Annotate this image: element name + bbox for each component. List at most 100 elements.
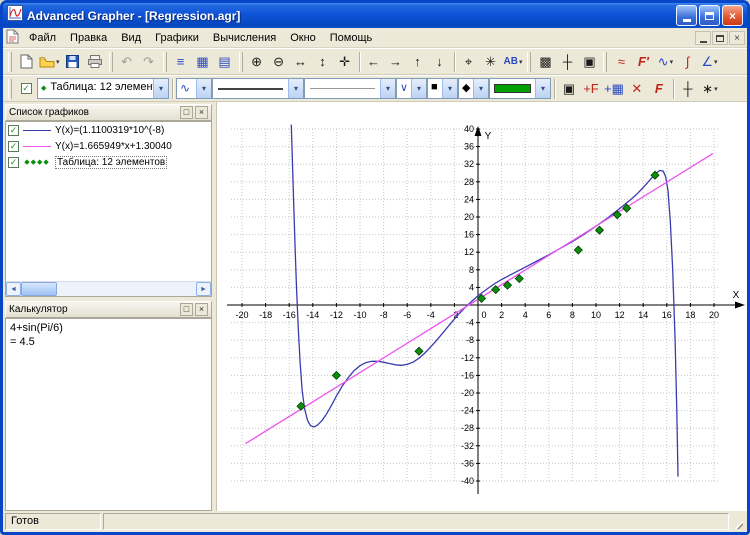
toolbar-grip[interactable]	[527, 51, 532, 72]
graph-list-header[interactable]: Список графиков □ ×	[5, 104, 212, 121]
panel-dock-button[interactable]: □	[180, 106, 193, 119]
visibility-checkbox[interactable]: ✓	[8, 156, 19, 168]
child-close-icon: ×	[734, 32, 740, 44]
zoom-x-button[interactable]: ↔	[290, 51, 312, 73]
point-marker-combo[interactable]: ◆ ▾	[458, 78, 489, 99]
calculator-header[interactable]: Калькулятор □ ×	[5, 301, 212, 318]
combo-dropdown-button[interactable]: ▾	[153, 79, 168, 98]
menu-view[interactable]: Вид	[114, 30, 148, 46]
graph-list-item[interactable]: ✓ Y(x)=(1.1100319*10^(-8)	[6, 122, 211, 138]
add-graph-button[interactable]: +F	[580, 78, 602, 100]
child-restore-button[interactable]	[712, 31, 728, 45]
add-table-icon: +▦	[604, 80, 624, 96]
visibility-checkbox[interactable]: ✓	[8, 140, 19, 152]
toolbar-grip[interactable]	[8, 51, 12, 72]
add-table-button[interactable]: +▦	[602, 78, 626, 100]
toolbar-grip[interactable]	[238, 51, 243, 72]
combo-dropdown-button[interactable]: ▾	[196, 79, 211, 98]
menu-file[interactable]: Файл	[22, 30, 63, 46]
panel-close-button[interactable]: ×	[195, 303, 208, 316]
integral-button[interactable]: ∫	[676, 51, 698, 73]
zoom-out-button[interactable]: ⊖	[268, 51, 290, 73]
child-close-button[interactable]: ×	[729, 31, 745, 45]
center-origin-button[interactable]: ⌖	[458, 51, 480, 73]
angle-button[interactable]: ∠ ▾	[698, 51, 720, 73]
graph-list-item[interactable]: ✓ Y(x)=1.665949*x+1.30040	[6, 138, 211, 154]
menu-calculations[interactable]: Вычисления	[206, 30, 283, 46]
child-minimize-button[interactable]	[695, 31, 711, 45]
labels-button[interactable]: AB ▾	[502, 51, 525, 73]
axes-toggle-button[interactable]: ┼	[556, 51, 578, 73]
hatch-style-combo[interactable]: ∨ ▾	[396, 78, 427, 99]
title-bar[interactable]: Advanced Grapher - [Regression.agr] ×	[3, 3, 747, 28]
plot-area[interactable]: X Y -20 -18 -16 -14 -12 -10 -8 -6 -4 -2 0 2 4 6 8 10 12 14 1…	[217, 102, 747, 511]
grid-toggle-button[interactable]: ▩	[534, 51, 556, 73]
curve-type-combo[interactable]: ∿ ▾	[176, 78, 212, 99]
selected-object-combo[interactable]: ◆ Таблица: 12 элементов ▾	[37, 78, 169, 99]
calculator-toggle-button[interactable]: ▤	[214, 51, 236, 73]
scrollbar-left-button[interactable]: ◄	[6, 282, 21, 296]
save-button[interactable]	[62, 51, 84, 73]
visible-checkbox-button[interactable]: ✓	[15, 78, 37, 100]
combo-dropdown-button[interactable]: ▾	[288, 79, 303, 98]
scrollbar-track[interactable]	[57, 282, 196, 296]
toolbar-style: ✓ ◆ Таблица: 12 элементов ▾ ∿ ▾ ▾ ▾ ∨ ▾ …	[3, 75, 747, 102]
new-button[interactable]	[15, 51, 37, 73]
graph-properties-button[interactable]: ▣	[578, 51, 600, 73]
zoom-y-button[interactable]: ↕	[312, 51, 334, 73]
undo-button[interactable]: ↶	[116, 51, 138, 73]
graph-list-item[interactable]: ✓ ◆◆◆◆ Таблица: 12 элементов	[6, 154, 211, 170]
panel-dock-button[interactable]: □	[180, 303, 193, 316]
calculator-output[interactable]: 4+sin(Pi/6) = 4.5	[5, 318, 212, 511]
combo-dropdown-button[interactable]: ▾	[380, 79, 395, 98]
axes-dialog-button[interactable]: ┼	[677, 78, 699, 100]
combo-dropdown-button[interactable]: ▾	[442, 79, 457, 98]
tangent-button[interactable]: ∿ ▾	[654, 51, 676, 73]
line-width-sample	[310, 88, 375, 89]
combo-dropdown-button[interactable]: ▾	[473, 79, 488, 98]
derivative-button[interactable]: F′	[632, 51, 654, 73]
zoom-all-button[interactable]: ✳	[480, 51, 502, 73]
menu-edit[interactable]: Правка	[63, 30, 114, 46]
visibility-checkbox[interactable]: ✓	[8, 124, 19, 136]
options-button[interactable]: ∗ ▾	[699, 78, 721, 100]
zoom-in-button[interactable]: ⊕	[246, 51, 268, 73]
graph-list-toggle-button[interactable]: ≡	[170, 51, 192, 73]
menu-help[interactable]: Помощь	[323, 30, 380, 46]
scroll-right-button[interactable]: →	[385, 51, 407, 73]
regression-button[interactable]: ≈	[610, 51, 632, 73]
maximize-button[interactable]	[699, 5, 720, 26]
toolbar-grip[interactable]	[603, 51, 608, 72]
edit-graph-button[interactable]: F	[648, 78, 670, 100]
table-toggle-button[interactable]: ▦	[192, 51, 214, 73]
resize-grip[interactable]	[731, 513, 744, 530]
scroll-left-button[interactable]: ←	[363, 51, 385, 73]
combo-dropdown-button[interactable]: ▾	[411, 79, 426, 98]
combo-dropdown-button[interactable]: ▾	[535, 79, 550, 98]
close-button[interactable]: ×	[722, 5, 743, 26]
move-tool-button[interactable]: ✛	[334, 51, 356, 73]
scrollbar-right-button[interactable]: ►	[196, 282, 211, 296]
toolbar-grip[interactable]	[108, 51, 113, 72]
scroll-down-button[interactable]: ↓	[429, 51, 451, 73]
toolbar-grip[interactable]	[162, 51, 167, 72]
fill-style-combo[interactable]: ■ ▾	[427, 78, 458, 99]
delete-graph-button[interactable]: ✕	[626, 78, 648, 100]
printer-icon	[87, 55, 102, 68]
properties-button[interactable]: ▣	[558, 78, 580, 100]
minimize-button[interactable]	[676, 5, 697, 26]
open-button[interactable]: ▾	[37, 51, 62, 73]
print-button[interactable]	[84, 51, 106, 73]
menu-window[interactable]: Окно	[283, 30, 323, 46]
menu-graphs[interactable]: Графики	[148, 30, 206, 46]
toolbar-grip[interactable]	[8, 78, 12, 99]
line-width-combo[interactable]: ▾	[304, 78, 396, 99]
scrollbar-thumb[interactable]	[21, 282, 57, 296]
panel-close-button[interactable]: ×	[195, 106, 208, 119]
center-icon: ⌖	[464, 53, 473, 69]
color-combo[interactable]: ▾	[489, 78, 551, 99]
redo-button[interactable]: ↷	[138, 51, 160, 73]
line-style-combo[interactable]: ▾	[212, 78, 304, 99]
scroll-up-button[interactable]: ↑	[407, 51, 429, 73]
horizontal-scrollbar[interactable]: ◄ ►	[6, 281, 211, 296]
